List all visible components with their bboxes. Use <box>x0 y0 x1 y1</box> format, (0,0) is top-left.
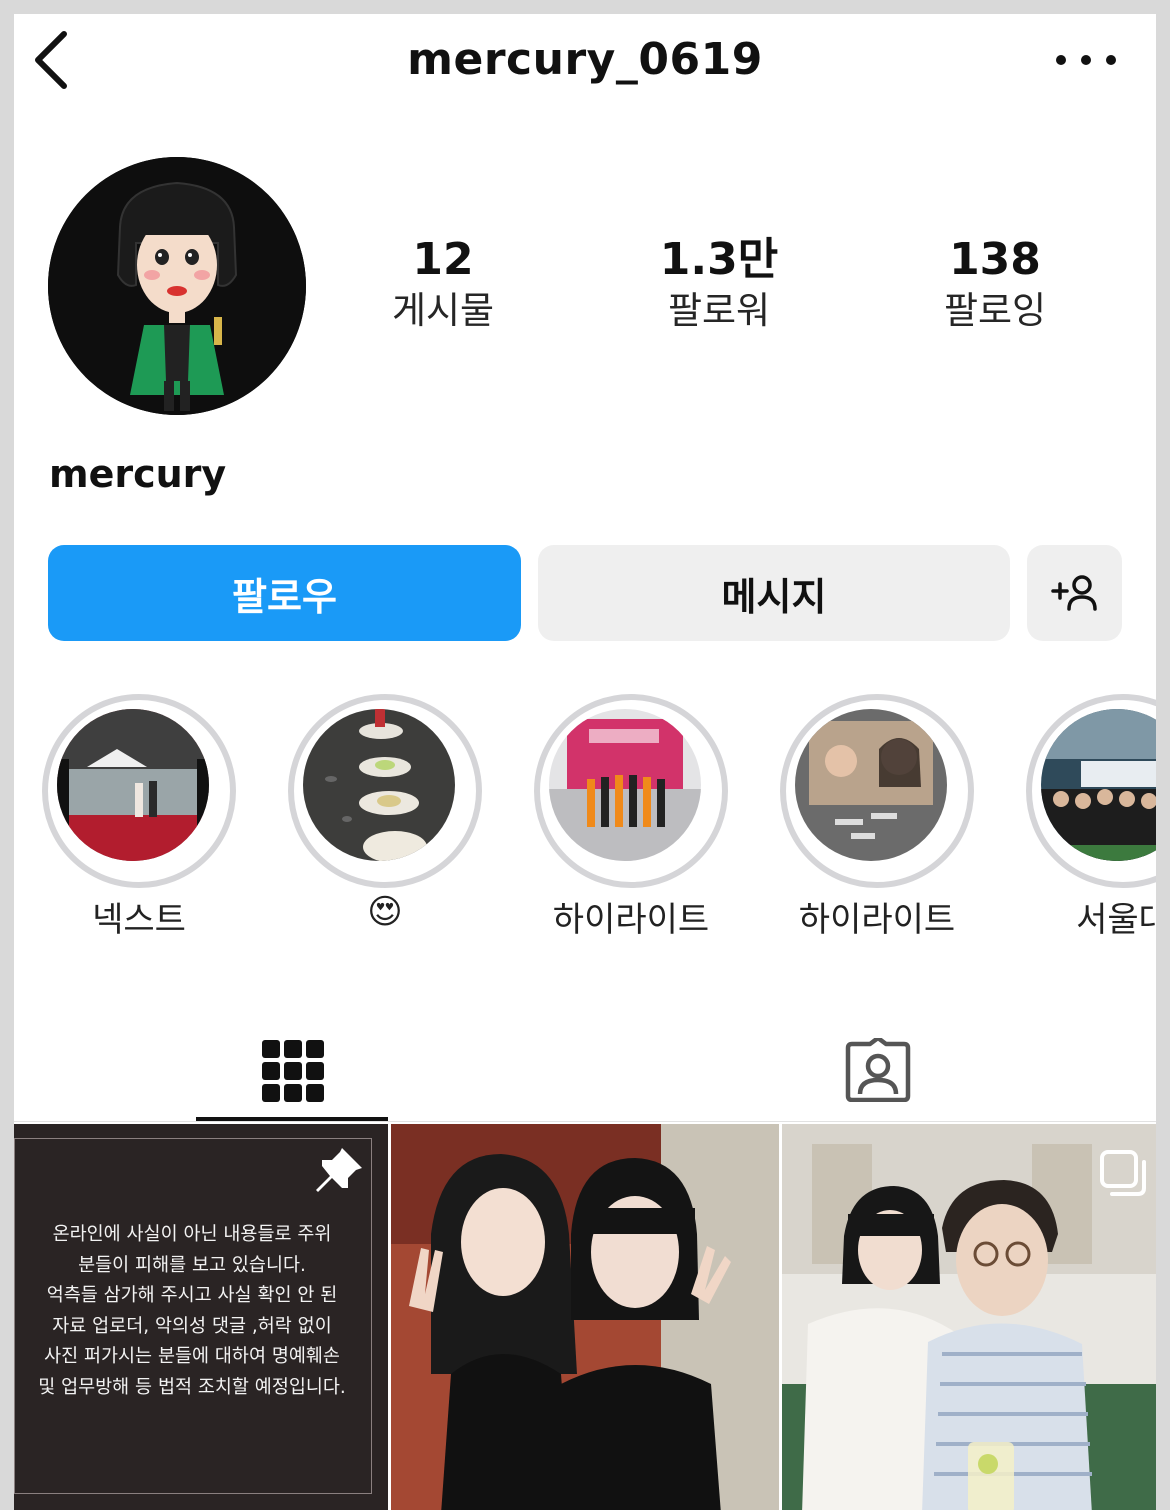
tab-divider <box>14 1121 1156 1122</box>
followers-count: 1.3만 <box>659 234 779 285</box>
message-button[interactable]: 메시지 <box>538 545 1010 641</box>
tab-posts-grid[interactable] <box>196 1014 388 1122</box>
following-count: 138 <box>949 234 1041 285</box>
highlight-label: 넥스트 <box>92 900 186 940</box>
highlight-cover <box>549 709 701 861</box>
suggest-users-button[interactable] <box>1027 545 1122 641</box>
following-label: 팔로잉 <box>943 289 1047 332</box>
add-person-icon <box>1050 575 1097 611</box>
more-options-button[interactable] <box>1056 48 1116 72</box>
stat-followers[interactable]: 1.3만 팔로워 <box>609 232 829 334</box>
multiple-photos-icon <box>1100 1150 1146 1196</box>
highlight-label: 서울대 <box>1076 900 1156 940</box>
posts-label: 게시물 <box>391 289 495 332</box>
tagged-person-icon <box>845 1038 911 1102</box>
followers-label: 팔로워 <box>667 289 771 332</box>
more-horizontal-icon <box>1056 55 1066 65</box>
highlight-cover <box>57 709 209 861</box>
post-photo <box>391 1124 779 1510</box>
top-bar: mercury_0619 <box>14 14 1156 106</box>
display-name: mercury <box>49 452 227 496</box>
profile-screen: mercury_0619 12 게시물 1.3만 팔로워 138 팔로잉 mer… <box>14 14 1156 1510</box>
posts-count: 12 <box>412 234 474 285</box>
highlight-label: 하이라이트 <box>798 900 956 940</box>
highlight-label: 😍 <box>367 892 403 932</box>
highlight-cover <box>303 709 455 861</box>
post-tile[interactable]: 온라인에 사실이 아닌 내용들로 주위 분들이 피해를 보고 있습니다. 억측들… <box>14 1124 388 1510</box>
profile-username: mercury_0619 <box>407 34 763 85</box>
pin-icon <box>316 1148 362 1192</box>
notice-text: 온라인에 사실이 아닌 내용들로 주위 분들이 피해를 보고 있습니다. 억측들… <box>38 1224 346 1398</box>
stat-posts[interactable]: 12 게시물 <box>333 232 553 334</box>
tab-tagged[interactable] <box>780 1014 972 1122</box>
post-tile[interactable] <box>391 1124 779 1510</box>
highlight-label: 하이라이트 <box>552 900 710 940</box>
stat-following[interactable]: 138 팔로잉 <box>885 232 1105 334</box>
follow-button[interactable]: 팔로우 <box>48 545 521 641</box>
grid-icon <box>262 1040 324 1102</box>
highlight-cover <box>795 709 947 861</box>
profile-avatar[interactable] <box>48 157 306 415</box>
post-tile[interactable] <box>782 1124 1156 1510</box>
